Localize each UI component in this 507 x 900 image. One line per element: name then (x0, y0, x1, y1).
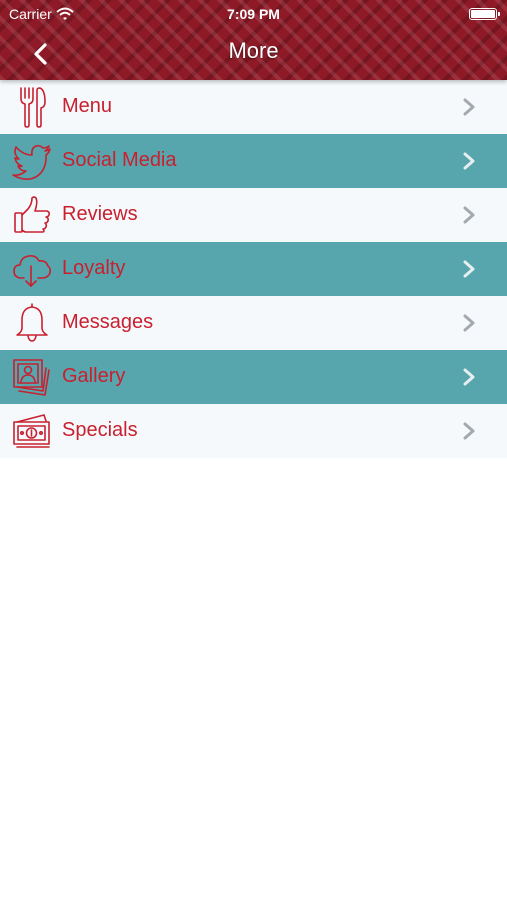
menu-item-label: Messages (62, 311, 154, 333)
utensils-icon (12, 86, 52, 128)
cloud-download-icon (12, 248, 52, 290)
status-bar: Carrier 7:09 PM (0, 0, 507, 28)
menu-item-social-media[interactable]: Social Media (0, 134, 507, 188)
chevron-right-icon (463, 98, 475, 116)
nav-bar: More (0, 28, 507, 80)
header: Carrier 7:09 PM More (0, 0, 507, 80)
chevron-right-icon (463, 206, 475, 224)
chevron-right-icon (463, 422, 475, 440)
status-time: 7:09 PM (227, 6, 280, 22)
battery-icon (469, 8, 500, 20)
thumbs-up-icon (12, 194, 52, 236)
menu-item-label: Menu (62, 95, 113, 117)
menu-list: Menu Social Media Reviews Loyalty Messag… (0, 80, 507, 458)
menu-item-label: Gallery (62, 365, 126, 387)
menu-item-label: Loyalty (62, 257, 126, 279)
chevron-right-icon (463, 368, 475, 386)
menu-item-gallery[interactable]: Gallery (0, 350, 507, 404)
bell-icon (12, 302, 52, 344)
menu-item-specials[interactable]: Specials (0, 404, 507, 458)
chevron-right-icon (463, 152, 475, 170)
menu-item-loyalty[interactable]: Loyalty (0, 242, 507, 296)
chevron-right-icon (463, 260, 475, 278)
page-title: More (228, 38, 279, 63)
menu-item-label: Social Media (62, 149, 177, 171)
twitter-bird-icon (12, 140, 52, 182)
menu-item-menu[interactable]: Menu (0, 80, 507, 134)
money-bill-icon (12, 410, 52, 452)
menu-item-reviews[interactable]: Reviews (0, 188, 507, 242)
menu-item-label: Specials (62, 419, 138, 441)
menu-item-messages[interactable]: Messages (0, 296, 507, 350)
chevron-right-icon (463, 314, 475, 332)
photo-stack-icon (12, 356, 52, 398)
menu-item-label: Reviews (62, 203, 138, 225)
